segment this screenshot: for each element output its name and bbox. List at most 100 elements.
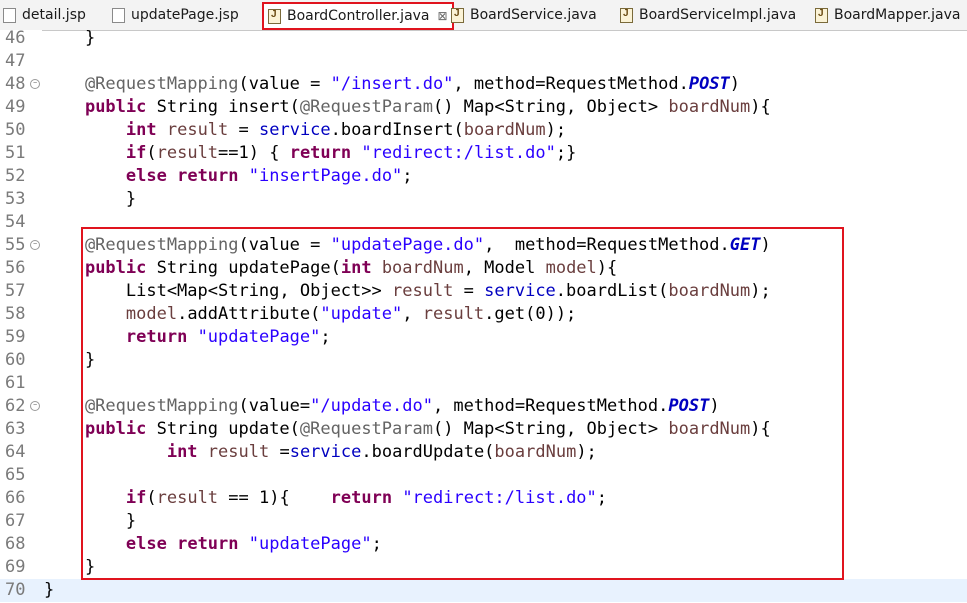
code-text[interactable]: else return "updatePage"; — [44, 533, 382, 556]
java-file-icon — [815, 7, 828, 23]
tab-detail-jsp[interactable]: detail.jsp — [3, 4, 86, 26]
code-token: ;} — [555, 143, 577, 163]
code-text[interactable]: public String update(@RequestParam() Map… — [44, 418, 771, 441]
tab-updatepage-jsp[interactable]: updatePage.jsp — [112, 4, 239, 26]
fold-toggle-icon[interactable]: − — [30, 240, 40, 250]
code-token: } — [44, 511, 137, 531]
code-text[interactable]: } — [44, 510, 136, 533]
code-text[interactable]: else return "insertPage.do"; — [44, 165, 413, 188]
code-line-67: 67 } — [0, 510, 967, 533]
code-text[interactable]: if(result == 1){ return "redirect:/list.… — [44, 487, 607, 510]
tab-label: BoardService.java — [470, 7, 597, 23]
code-token: @RequestMapping — [44, 396, 239, 416]
line-number: 46 — [5, 28, 26, 48]
code-line-70: 70} — [0, 579, 967, 602]
code-token: "/update.do" — [310, 396, 433, 416]
code-token: boardNum — [381, 258, 464, 278]
code-token: ) — [709, 396, 720, 416]
code-token: ) — [760, 235, 771, 255]
code-token: model — [545, 258, 597, 278]
code-text[interactable]: @RequestMapping(value = "/insert.do", me… — [44, 73, 740, 96]
tab-boardmapper-java[interactable]: BoardMapper.java — [815, 4, 960, 26]
code-text[interactable]: } — [44, 188, 136, 211]
tab-label: BoardMapper.java — [834, 7, 961, 23]
code-token: List<Map<String, Object>> — [44, 281, 392, 301]
fold-toggle-icon[interactable]: − — [30, 401, 40, 411]
code-line-54: 54 — [0, 211, 967, 234]
code-token: (value = — [238, 74, 331, 94]
code-text[interactable]: List<Map<String, Object>> result = servi… — [44, 280, 771, 303]
code-text[interactable]: return "updatePage"; — [44, 326, 331, 349]
code-line-46: 46 } — [0, 27, 967, 50]
line-number: 49 — [5, 97, 26, 117]
tab-boardcontroller-java[interactable]: BoardController.java ⊠ — [262, 2, 454, 30]
code-token: int — [340, 258, 372, 278]
tab-boardservice-java[interactable]: BoardService.java — [451, 4, 597, 26]
code-text[interactable]: public String updatePage(int boardNum, M… — [44, 257, 617, 280]
code-token: ( — [146, 143, 157, 163]
line-number: 47 — [5, 51, 26, 71]
line-number: 50 — [5, 120, 26, 140]
code-token: () Map<String, Object> — [432, 97, 669, 117]
code-line-55: 55− @RequestMapping(value = "updatePage.… — [0, 234, 967, 257]
code-token: @RequestParam — [299, 419, 433, 439]
code-line-48: 48− @RequestMapping(value = "/insert.do"… — [0, 73, 967, 96]
code-line-59: 59 return "updatePage"; — [0, 326, 967, 349]
jsp-file-icon — [112, 7, 125, 23]
code-token: public — [84, 258, 147, 278]
code-token: } — [44, 28, 96, 48]
code-text[interactable]: @RequestMapping(value = "updatePage.do",… — [44, 234, 771, 257]
code-token: String updatePage( — [146, 258, 341, 278]
line-number: 69 — [5, 557, 26, 577]
line-number: 59 — [5, 327, 26, 347]
code-text[interactable]: int result = service.boardInsert(boardNu… — [44, 119, 566, 142]
code-token: else — [125, 166, 167, 186]
java-file-icon — [268, 8, 281, 24]
fold-toggle-icon[interactable]: − — [30, 79, 40, 89]
code-token: "updatePage" — [197, 327, 321, 347]
line-number: 70 — [5, 580, 26, 600]
code-token: @RequestParam — [299, 97, 433, 117]
java-file-icon — [451, 7, 464, 23]
code-token: @RequestMapping — [44, 74, 239, 94]
code-token: , method=RequestMethod. — [432, 396, 669, 416]
code-line-66: 66 if(result == 1){ return "redirect:/li… — [0, 487, 967, 510]
close-tab-icon[interactable]: ⊠ — [438, 9, 448, 23]
code-token: ) — [729, 74, 741, 94]
code-text[interactable]: } — [44, 556, 95, 579]
code-text[interactable]: int result =service.boardUpdate(boardNum… — [44, 441, 597, 464]
code-token: = — [269, 442, 290, 462]
code-text[interactable]: @RequestMapping(value="/update.do", meth… — [44, 395, 720, 418]
line-number: 58 — [5, 304, 26, 324]
jsp-file-icon — [3, 7, 16, 23]
line-number: 65 — [5, 465, 26, 485]
code-token: result — [422, 304, 485, 324]
code-text[interactable]: if(result==1) { return "redirect:/list.d… — [44, 142, 576, 165]
code-token: (value= — [238, 396, 311, 416]
tab-boardserviceimpl-java[interactable]: BoardServiceImpl.java — [620, 4, 796, 26]
code-token: ( — [146, 488, 157, 508]
code-text[interactable]: public String insert(@RequestParam() Map… — [44, 96, 771, 119]
code-token: int — [166, 442, 198, 462]
code-token: result — [166, 120, 229, 140]
code-token: , method=RequestMethod. — [484, 235, 730, 255]
code-text[interactable]: model.addAttribute("update", result.get(… — [44, 303, 576, 326]
code-text[interactable]: } — [44, 349, 95, 372]
code-editor[interactable]: 46 } 47 48− @RequestMapping(value = "/inse… — [0, 27, 967, 603]
code-token: return — [177, 166, 239, 186]
code-text[interactable]: } — [44, 27, 95, 50]
code-text[interactable]: } — [44, 579, 54, 602]
code-token: boardNum — [668, 419, 751, 439]
line-number: 61 — [5, 373, 26, 393]
code-line-53: 53 } — [0, 188, 967, 211]
code-token: = — [228, 120, 259, 140]
